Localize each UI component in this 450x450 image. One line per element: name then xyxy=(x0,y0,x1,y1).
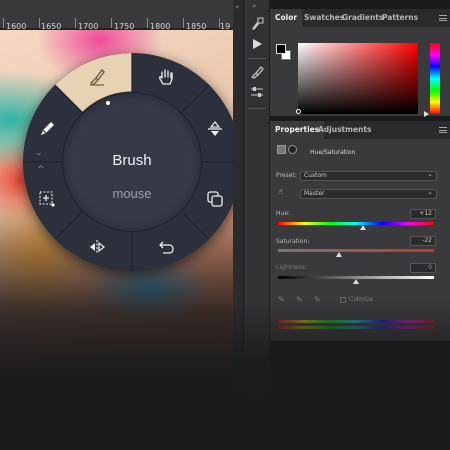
add-selection-icon[interactable] xyxy=(36,188,58,210)
ruler-tick xyxy=(3,18,4,28)
hue-slider-knob[interactable] xyxy=(360,225,366,230)
channel-dropdown[interactable]: Master xyxy=(300,188,437,199)
separator xyxy=(248,58,266,59)
color-picker-marker[interactable] xyxy=(296,109,301,114)
chevron-down-icon[interactable]: ⌄ xyxy=(35,148,43,158)
chevron-up-icon[interactable]: ^ xyxy=(37,165,45,175)
ruler-tick xyxy=(39,18,40,28)
dial-indicator-dot xyxy=(106,101,110,105)
saturation-slider-knob[interactable] xyxy=(336,252,342,257)
tab-adjustments[interactable]: Adjustments xyxy=(313,121,376,139)
color-panel: Color Swatches Gradients Patterns xyxy=(270,9,450,117)
preset-dropdown[interactable]: Custom xyxy=(300,170,437,181)
brush-icon[interactable] xyxy=(86,66,108,88)
expand-arrows-icon[interactable]: » xyxy=(252,2,256,10)
flip-horizontal-icon[interactable] xyxy=(86,236,108,258)
saturation-track[interactable] xyxy=(278,249,434,252)
ruler-tick xyxy=(219,18,220,28)
dial-input-mode: mouse xyxy=(112,186,152,201)
ruler-tick xyxy=(183,18,184,28)
hue-slider-handle[interactable] xyxy=(424,111,429,117)
lightness-slider-knob[interactable] xyxy=(353,279,359,284)
targeted-adjustment-hand-icon[interactable]: ☝ xyxy=(278,187,283,196)
hue-value-field[interactable]: +12 xyxy=(410,209,436,219)
saturation-label: Saturation: xyxy=(276,238,310,245)
foreground-color-swatch[interactable] xyxy=(276,44,286,54)
dial-tool-name: Brush xyxy=(112,152,152,169)
hue-track[interactable] xyxy=(278,222,434,225)
adjustments-icon[interactable] xyxy=(247,82,267,102)
lightness-label: Lightness: xyxy=(276,264,307,271)
color-field[interactable] xyxy=(298,43,418,114)
brush-settings-icon[interactable] xyxy=(247,62,267,82)
tab-color[interactable]: Color xyxy=(270,9,303,27)
collapse-arrows-icon[interactable]: « xyxy=(235,3,239,11)
lightness-value-field[interactable]: 0 xyxy=(410,263,436,273)
hue-label: Hue: xyxy=(276,210,291,217)
flip-vertical-icon[interactable] xyxy=(204,118,226,140)
copy-icon[interactable] xyxy=(204,188,226,210)
undo-icon[interactable] xyxy=(155,236,177,258)
horizontal-ruler: 1600 1650 1700 1750 1800 1850 19 xyxy=(0,0,233,31)
tab-patterns[interactable]: Patterns xyxy=(377,9,423,27)
adjustment-name: Hue/Saturation xyxy=(310,149,356,156)
adjustment-layer-icon xyxy=(277,145,297,155)
properties-panel-tabs: Properties Adjustments xyxy=(270,121,450,139)
history-brush-icon[interactable] xyxy=(247,14,267,34)
panel-fade xyxy=(233,300,450,450)
saturation-value-field[interactable]: -22 xyxy=(410,236,436,246)
play-icon[interactable] xyxy=(247,34,267,54)
panel-menu-icon[interactable] xyxy=(439,15,447,21)
separator xyxy=(248,108,266,109)
hand-icon[interactable] xyxy=(155,66,177,88)
color-panel-tabs: Color Swatches Gradients Patterns xyxy=(270,9,450,27)
preset-label: Preset: xyxy=(276,172,297,179)
ruler-tick xyxy=(147,18,148,28)
panel-menu-icon[interactable] xyxy=(439,127,447,133)
pencil-icon[interactable] xyxy=(36,118,58,140)
ruler-tick xyxy=(75,18,76,28)
ruler-tick xyxy=(111,18,112,28)
hue-slider[interactable] xyxy=(430,43,440,114)
